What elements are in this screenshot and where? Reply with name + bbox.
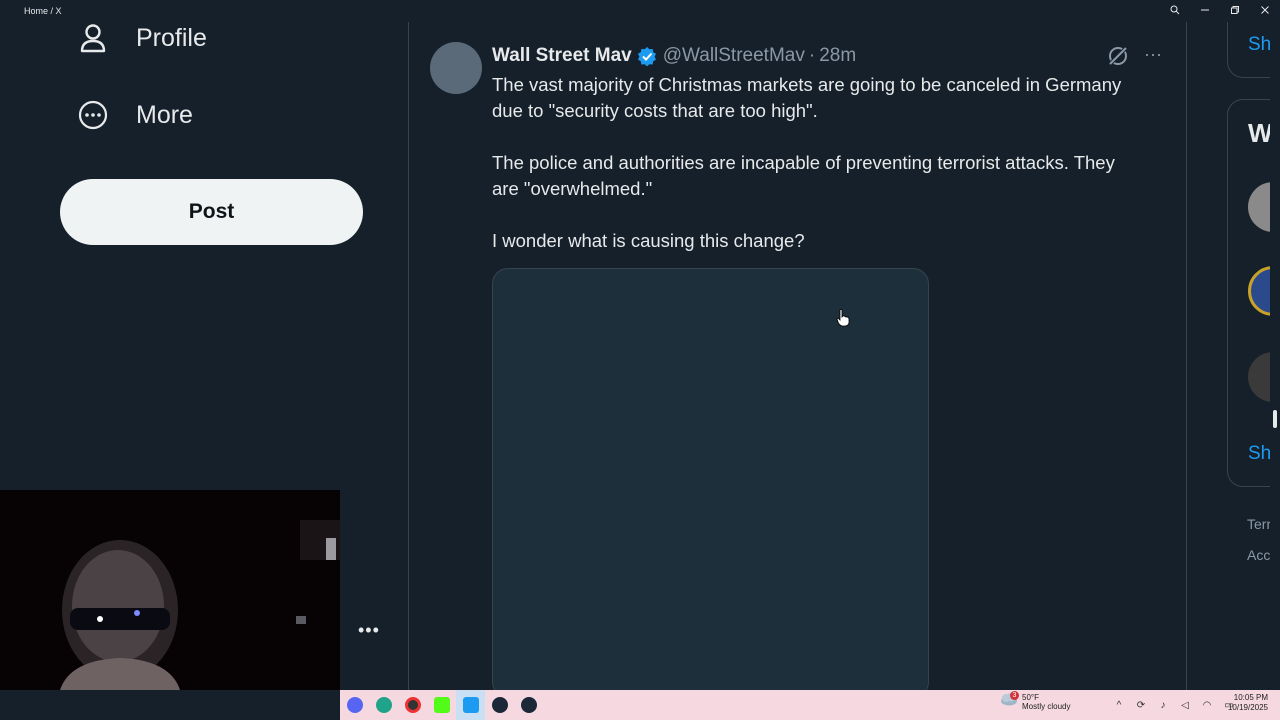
tweet-paragraph: I wonder what is causing this change? — [492, 230, 805, 251]
post-button[interactable]: Post — [60, 179, 363, 245]
discord-icon[interactable] — [340, 690, 369, 720]
avatar[interactable] — [430, 42, 482, 94]
weather-desc: Mostly cloudy — [1022, 701, 1071, 711]
microphone-icon[interactable]: ♪ — [1152, 700, 1174, 711]
show-more-link[interactable]: Sh — [1248, 443, 1271, 465]
system-tray: ^ ⟳ ♪ ◁ ◠ ▭ — [1108, 690, 1240, 720]
window-controls — [1160, 0, 1280, 22]
sidebar-item-label: More — [136, 100, 193, 129]
volume-icon[interactable]: ◁ — [1174, 700, 1196, 711]
grok-icon[interactable] — [1106, 44, 1130, 68]
tweet-header: Wall Street Mav @WallStreetMav · 28m — [492, 44, 856, 68]
tweet-paragraph: The vast majority of Christmas markets a… — [492, 74, 1122, 121]
scrollbar-thumb[interactable] — [1273, 410, 1277, 428]
window-title: Home / X — [24, 6, 62, 16]
edge-icon[interactable] — [369, 690, 398, 720]
tweet-media[interactable] — [492, 268, 929, 698]
sync-icon[interactable]: ⟳ — [1130, 700, 1152, 711]
weather-text: 50°F Mostly cloudy — [1022, 693, 1070, 711]
verified-badge-icon — [637, 46, 657, 67]
kick-icon[interactable] — [427, 690, 456, 720]
tweet-time[interactable]: 28m — [819, 45, 856, 67]
restore-icon[interactable] — [1220, 5, 1250, 18]
footer-link[interactable]: Acc — [1247, 547, 1270, 563]
sidebar-item-label: Profile — [136, 23, 207, 52]
close-icon[interactable] — [1250, 5, 1280, 18]
sidebar-item-profile[interactable]: Profile — [78, 13, 207, 63]
scrollbar[interactable] — [1270, 22, 1280, 690]
weather-temp: 50°F — [1022, 692, 1039, 702]
x-app-icon[interactable] — [456, 690, 485, 720]
steam-icon[interactable] — [485, 690, 514, 720]
minimize-icon[interactable] — [1190, 5, 1220, 18]
zoom-icon[interactable] — [1160, 5, 1190, 18]
webcam-feed — [0, 490, 340, 690]
chevron-up-icon[interactable]: ^ — [1108, 700, 1130, 711]
wifi-icon[interactable]: ◠ — [1196, 700, 1218, 711]
hand-cursor-icon — [836, 309, 850, 327]
more-circle-icon — [78, 100, 108, 130]
tweet-paragraph: The police and authorities are incapable… — [492, 152, 1115, 199]
sidebar-item-more[interactable]: More — [78, 90, 193, 140]
author-handle[interactable]: @WallStreetMav — [663, 45, 805, 67]
taskbar-clock[interactable]: 10:05 PM 10/19/2025 — [1224, 693, 1268, 713]
who-to-follow-heading: W — [1248, 118, 1273, 148]
obs-icon[interactable] — [398, 690, 427, 720]
show-more-link[interactable]: Sh — [1248, 34, 1271, 56]
author-name[interactable]: Wall Street Mav — [492, 45, 632, 67]
clock-date: 10/19/2025 — [1227, 703, 1268, 712]
tweet-more-icon[interactable]: ··· — [1142, 44, 1164, 68]
more-dots-icon[interactable]: ••• — [358, 620, 380, 641]
person-icon — [78, 23, 108, 53]
steam-icon[interactable] — [514, 690, 543, 720]
weather-badge: 3 — [1010, 691, 1019, 700]
webcam-overlay — [0, 490, 340, 690]
separator: · — [808, 45, 816, 66]
footer-link[interactable]: Terr — [1247, 516, 1271, 532]
clock-time: 10:05 PM — [1233, 693, 1268, 702]
